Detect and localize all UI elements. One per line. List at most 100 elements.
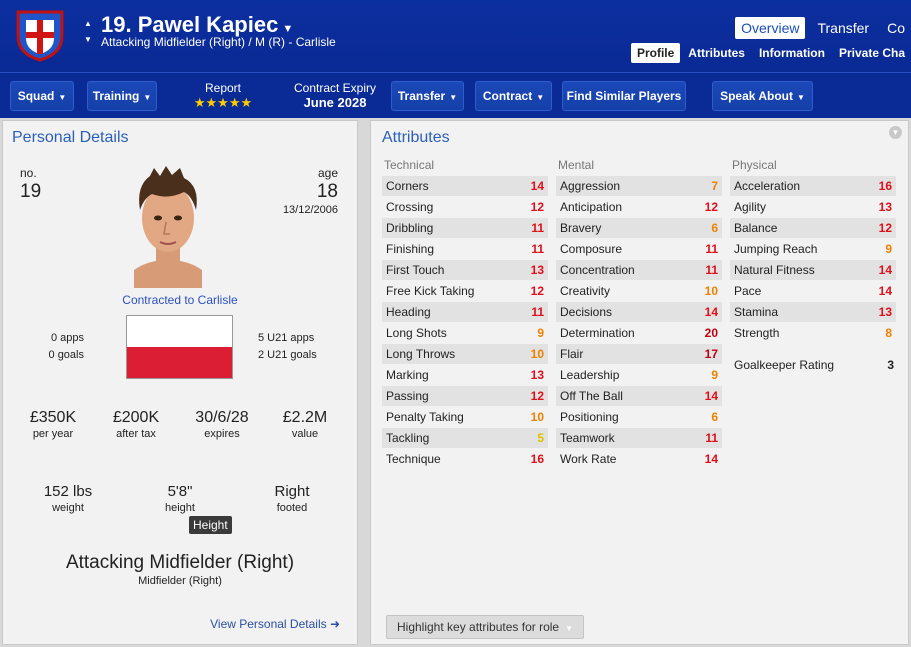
attribute-name: Finishing — [386, 242, 435, 256]
attribute-row[interactable]: Heading 11 — [382, 302, 548, 322]
contracted-to-link[interactable]: Contracted to Carlisle — [100, 293, 260, 307]
tab-transfer[interactable]: Transfer — [811, 17, 875, 39]
top-tabs: Overview Transfer Co — [735, 17, 911, 39]
contract-button[interactable]: Contract ▼ — [475, 81, 552, 111]
next-player-icon[interactable]: ▼ — [84, 32, 92, 48]
attribute-name: Positioning — [560, 410, 619, 424]
club-crest-icon[interactable] — [12, 6, 68, 62]
attribute-row[interactable]: Finishing 11 — [382, 239, 548, 259]
tab-more[interactable]: Co — [881, 17, 911, 39]
u21-apps-count: 5 U21 apps — [258, 332, 315, 344]
goalkeeper-rating-row[interactable]: Goalkeeper Rating 3 — [730, 355, 898, 375]
tab-private-chat[interactable]: Private Cha — [833, 43, 911, 63]
panel-options-icon[interactable]: ▼ — [889, 126, 902, 139]
tab-profile[interactable]: Profile — [630, 43, 681, 63]
after-tax-value: £200K — [112, 409, 160, 426]
attribute-row[interactable]: Bravery 6 — [556, 218, 722, 238]
height-tooltip: Height — [189, 516, 232, 534]
attribute-name: Anticipation — [560, 200, 623, 214]
attribute-row[interactable]: Corners 14 — [382, 176, 548, 196]
attribute-row[interactable]: Balance 12 — [730, 218, 896, 238]
tab-information[interactable]: Information — [753, 43, 831, 63]
previous-player-icon[interactable]: ▲ — [84, 16, 92, 32]
attribute-row[interactable]: Aggression 7 — [556, 176, 722, 196]
player-nav-arrows[interactable]: ▲ ▼ — [84, 16, 92, 48]
attribute-row[interactable]: Creativity 10 — [556, 281, 722, 301]
chevron-down-icon: ▼ — [565, 624, 573, 633]
contract-expiry-value: June 2028 — [303, 95, 367, 110]
attribute-row[interactable]: Acceleration 16 — [730, 176, 896, 196]
player-header: ▲ ▼ 19. Pawel Kapiec ▼ Attacking Midfield… — [0, 0, 911, 72]
apps-count: 0 apps — [50, 332, 84, 344]
squad-button[interactable]: Squad ▼ — [10, 81, 74, 111]
attribute-row[interactable]: Dribbling 11 — [382, 218, 548, 238]
attribute-row[interactable]: Off The Ball 14 — [556, 386, 722, 406]
attribute-value: 12 — [704, 200, 718, 214]
player-face-image — [128, 166, 208, 288]
attribute-row[interactable]: Crossing 12 — [382, 197, 548, 217]
training-label: Training — [92, 89, 140, 103]
attribute-row[interactable]: Work Rate 14 — [556, 449, 722, 469]
attribute-row[interactable]: Jumping Reach 9 — [730, 239, 896, 259]
report-stars-icon[interactable]: ★★★★★ — [183, 95, 263, 111]
attribute-row[interactable]: Long Shots 9 — [382, 323, 548, 343]
player-title: 19. Pawel Kapiec — [101, 12, 279, 37]
chevron-down-icon: ▼ — [796, 93, 805, 102]
find-similar-players-button[interactable]: Find Similar Players — [562, 81, 686, 111]
attribute-row[interactable]: Anticipation 12 — [556, 197, 722, 217]
attribute-row[interactable]: Concentration 11 — [556, 260, 722, 280]
attribute-row[interactable]: Penalty Taking 10 — [382, 407, 548, 427]
highlight-key-attributes-button[interactable]: Highlight key attributes for role ▼ — [386, 615, 584, 639]
attribute-value: 13 — [530, 263, 544, 277]
chevron-down-icon[interactable]: ▼ — [282, 23, 293, 35]
sub-tabs: Profile Attributes Information Private C… — [630, 43, 911, 63]
report-label: Report — [204, 81, 242, 95]
view-personal-details-link[interactable]: View Personal Details ➜ — [180, 617, 340, 631]
attribute-row[interactable]: Tackling 5 — [382, 428, 548, 448]
age-value: 18 — [316, 181, 338, 202]
attribute-row[interactable]: Leadership 9 — [556, 365, 722, 385]
attribute-row[interactable]: Positioning 6 — [556, 407, 722, 427]
attribute-name: Work Rate — [560, 452, 617, 466]
attribute-name: Balance — [734, 221, 778, 235]
attribute-value: 20 — [704, 326, 718, 340]
attribute-row[interactable]: Composure 11 — [556, 239, 722, 259]
attribute-row[interactable]: Technique 16 — [382, 449, 548, 469]
squad-label: Squad — [17, 89, 55, 103]
attribute-row[interactable]: First Touch 13 — [382, 260, 548, 280]
attribute-value: 11 — [531, 242, 544, 256]
attribute-name: Tackling — [386, 431, 430, 445]
attribute-row[interactable]: Natural Fitness 14 — [730, 260, 896, 280]
speak-about-button[interactable]: Speak About ▼ — [712, 81, 813, 111]
chevron-down-icon: ▼ — [449, 93, 458, 102]
attribute-row[interactable]: Flair 17 — [556, 344, 722, 364]
attribute-row[interactable]: Teamwork 11 — [556, 428, 722, 448]
tab-overview[interactable]: Overview — [735, 17, 806, 39]
height-label[interactable]: height — [140, 502, 220, 514]
position-subtitle: Midfielder (Right) — [138, 575, 222, 587]
attribute-row[interactable]: Marking 13 — [382, 365, 548, 385]
attribute-row[interactable]: Stamina 13 — [730, 302, 896, 322]
nationality-flag-icon[interactable] — [126, 315, 233, 379]
attribute-row[interactable]: Decisions 14 — [556, 302, 722, 322]
attribute-name: Heading — [386, 305, 431, 319]
training-button[interactable]: Training ▼ — [87, 81, 157, 111]
attribute-row[interactable]: Free Kick Taking 12 — [382, 281, 548, 301]
transfer-button[interactable]: Transfer ▼ — [391, 81, 464, 111]
preferred-foot-label: footed — [276, 502, 308, 514]
attribute-row[interactable]: Pace 14 — [730, 281, 896, 301]
market-value: £2.2M — [282, 409, 328, 426]
attribute-row[interactable]: Passing 12 — [382, 386, 548, 406]
tab-attributes[interactable]: Attributes — [682, 43, 751, 63]
date-of-birth: 13/12/2006 — [282, 204, 338, 216]
attribute-name: Jumping Reach — [734, 242, 818, 256]
goals-count: 0 goals — [48, 349, 84, 361]
attribute-value: 11 — [705, 431, 718, 445]
attribute-row[interactable]: Strength 8 — [730, 323, 896, 343]
attribute-name: Technique — [386, 452, 441, 466]
transfer-label: Transfer — [397, 89, 446, 103]
attribute-row[interactable]: Determination 20 — [556, 323, 722, 343]
attribute-row[interactable]: Agility 13 — [730, 197, 896, 217]
attribute-row[interactable]: Long Throws 10 — [382, 344, 548, 364]
wage-value: £350K — [29, 409, 77, 426]
